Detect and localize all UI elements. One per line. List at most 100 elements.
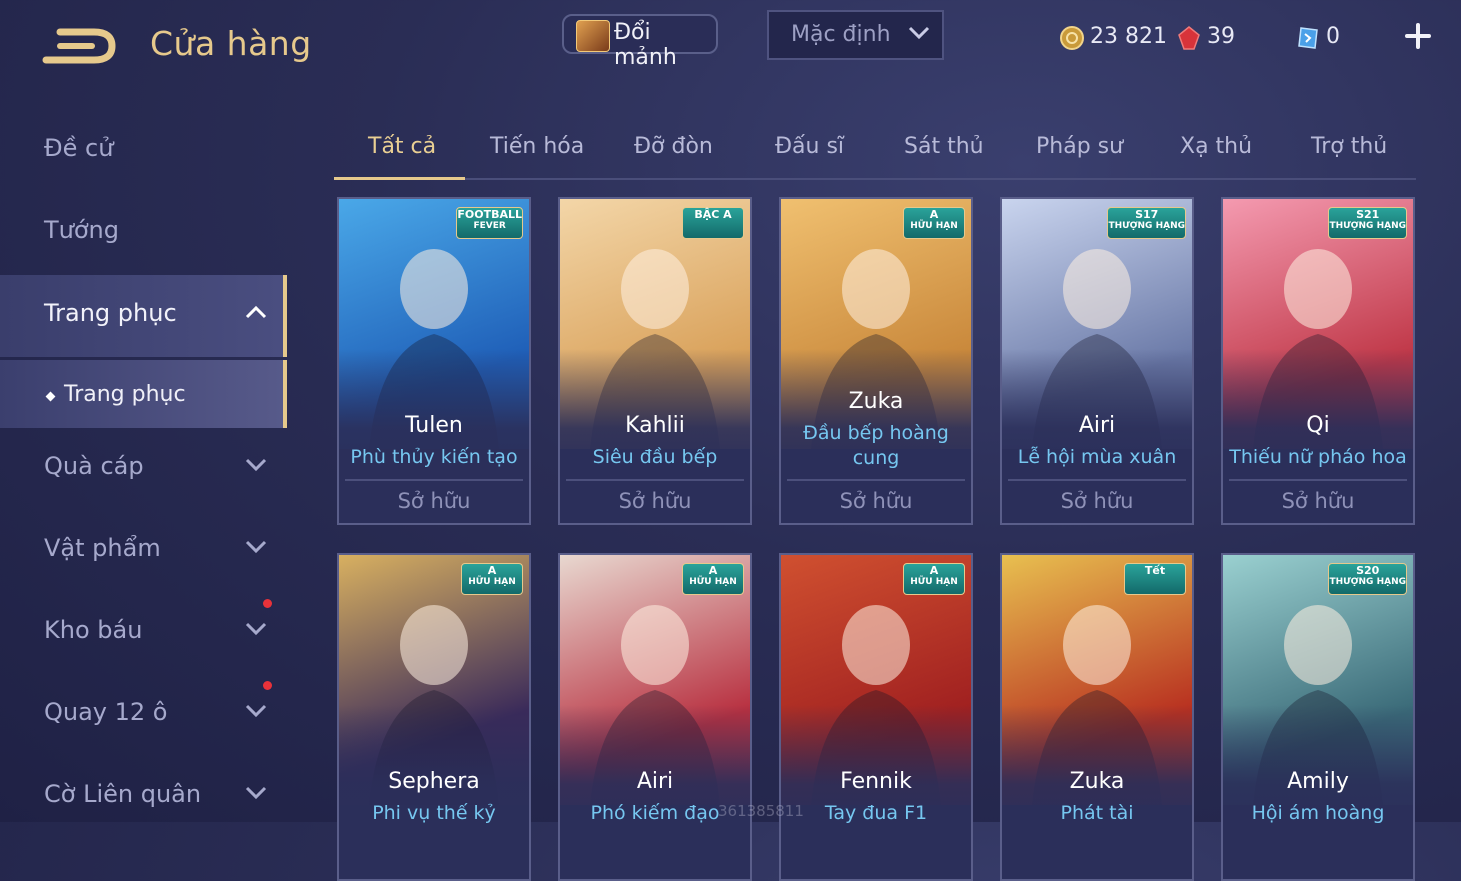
skin-tier-badge: Tết bbox=[1124, 563, 1186, 595]
badge-top-text: A bbox=[487, 564, 497, 577]
hero-name: Airi bbox=[636, 769, 674, 794]
skin-tier-badge: S21 THƯỢNG HẠNG bbox=[1328, 207, 1407, 239]
skin-card[interactable]: A HỮU HẠN Airi Phó kiếm đạo bbox=[558, 553, 752, 881]
sidebar-item-label: Trang phục bbox=[44, 299, 177, 327]
sort-dropdown[interactable]: Mặc định bbox=[767, 10, 944, 60]
chevron-down-icon bbox=[245, 540, 267, 554]
card-divider bbox=[787, 479, 965, 481]
chevron-down-icon bbox=[245, 786, 267, 800]
skin-card[interactable]: A HỮU HẠN Fennik Tay đua F1 bbox=[779, 553, 973, 881]
skin-card[interactable]: BẬC A Kahlii Siêu đầu bếp Sở hữu bbox=[558, 197, 752, 525]
skin-card[interactable]: Tết Zuka Phát tài bbox=[1000, 553, 1194, 881]
skin-tier-badge: A HỮU HẠN bbox=[903, 207, 965, 239]
sidebar-item-skins[interactable]: Trang phục bbox=[0, 275, 287, 357]
badge-top-text: S20 bbox=[1356, 564, 1380, 577]
sidebar: Đề cử Tướng Trang phục Trang phục Quà cá… bbox=[0, 110, 287, 822]
chevron-up-icon bbox=[245, 305, 267, 319]
tab-mage[interactable]: Pháp sư bbox=[1036, 134, 1123, 159]
skin-grid: FOOTBALL FEVER Tulen Phù thủy kiến tạo S… bbox=[337, 197, 1417, 881]
gold-coin-icon bbox=[1060, 26, 1084, 50]
skin-card[interactable]: S21 THƯỢNG HẠNG Qi Thiếu nữ pháo hoa Sở … bbox=[1221, 197, 1415, 525]
exchange-shards-label: Đổi mảnh bbox=[614, 20, 677, 70]
gold-value: 23 821 bbox=[1090, 24, 1167, 49]
hero-name: Zuka bbox=[848, 389, 904, 414]
top-bar: Cửa hàng Đổi mảnh Mặc định 23 821 39 0 bbox=[0, 0, 1461, 90]
tab-fighter[interactable]: Đấu sĩ bbox=[775, 134, 844, 159]
card-divider bbox=[345, 479, 523, 481]
sidebar-item-label: Quà cáp bbox=[44, 452, 144, 480]
hero-name: Fennik bbox=[840, 769, 912, 794]
skin-name: Thiếu nữ pháo hoa bbox=[1229, 446, 1407, 468]
badge-bottom-text: HỮU HẠN bbox=[468, 577, 516, 587]
tab-tank[interactable]: Đỡ đòn bbox=[634, 134, 713, 159]
sidebar-item-chess[interactable]: Cờ Liên quân bbox=[0, 756, 287, 822]
sidebar-item-spin[interactable]: Quay 12 ô bbox=[0, 674, 287, 756]
skin-card[interactable]: FOOTBALL FEVER Tulen Phù thủy kiến tạo S… bbox=[337, 197, 531, 525]
badge-top-text: A bbox=[708, 564, 718, 577]
skin-name: Siêu đầu bếp bbox=[592, 446, 718, 468]
sidebar-item-items[interactable]: Vật phẩm bbox=[0, 510, 287, 592]
skin-name: Phát tài bbox=[1060, 802, 1134, 824]
sidebar-subitem-skins[interactable]: Trang phục bbox=[0, 360, 287, 428]
gem-value: 39 bbox=[1207, 24, 1235, 49]
owned-status: Sở hữu bbox=[618, 489, 692, 513]
hero-name: Amily bbox=[1287, 769, 1349, 794]
badge-top-text: FOOTBALL bbox=[457, 208, 522, 221]
blue-voucher-icon bbox=[1298, 27, 1318, 49]
skin-name: Phù thủy kiến tạo bbox=[350, 446, 518, 468]
skin-name: Phi vụ thế kỷ bbox=[372, 802, 496, 824]
red-gem-icon bbox=[1178, 26, 1200, 50]
skin-card[interactable]: S17 THƯỢNG HẠNG Airi Lễ hội mùa xuân Sở … bbox=[1000, 197, 1194, 525]
voucher-value: 0 bbox=[1326, 24, 1340, 49]
card-divider bbox=[1229, 479, 1407, 481]
skin-name: Đầu bếp hoàng cung bbox=[803, 422, 949, 469]
owned-status: Sở hữu bbox=[1281, 489, 1355, 513]
badge-bottom-text: HỮU HẠN bbox=[910, 221, 958, 231]
sidebar-item-featured[interactable]: Đề cử bbox=[0, 110, 287, 192]
skin-card[interactable]: A HỮU HẠN Sephera Phi vụ thế kỷ bbox=[337, 553, 531, 881]
page-title: Cửa hàng bbox=[150, 24, 312, 63]
hero-name: Airi bbox=[1078, 413, 1116, 438]
chest-icon bbox=[576, 20, 610, 52]
notification-dot bbox=[263, 599, 272, 608]
chevron-down-icon bbox=[908, 26, 930, 40]
tab-assassin[interactable]: Sát thủ bbox=[904, 134, 984, 159]
badge-top-text: BẬC A bbox=[694, 208, 732, 221]
watermark-text: 361385811 bbox=[718, 802, 804, 820]
skin-name: Hội ám hoàng bbox=[1251, 802, 1385, 824]
tab-all[interactable]: Tất cả bbox=[368, 134, 436, 159]
badge-top-text: Tết bbox=[1144, 564, 1166, 577]
skin-name: Tay đua F1 bbox=[824, 802, 928, 824]
skin-tier-badge: A HỮU HẠN bbox=[461, 563, 523, 595]
tab-marksman[interactable]: Xạ thủ bbox=[1180, 134, 1252, 159]
hero-name: Sephera bbox=[388, 769, 480, 794]
sidebar-item-gifts[interactable]: Quà cáp bbox=[0, 428, 287, 510]
chevron-down-icon bbox=[245, 622, 267, 636]
badge-bottom-text: HỮU HẠN bbox=[910, 577, 958, 587]
sidebar-item-label: Tướng bbox=[44, 216, 119, 244]
badge-top-text: A bbox=[929, 208, 939, 221]
skin-card[interactable]: A HỮU HẠN Zuka Đầu bếp hoàng cung Sở hữu bbox=[779, 197, 973, 525]
badge-bottom-text: THƯỢNG HẠNG bbox=[1329, 577, 1406, 587]
sidebar-item-label: Quay 12 ô bbox=[44, 698, 168, 726]
badge-bottom-text: THƯỢNG HẠNG bbox=[1108, 221, 1185, 231]
back-icon[interactable] bbox=[42, 26, 118, 66]
add-currency-button[interactable] bbox=[1402, 20, 1434, 52]
tab-support[interactable]: Trợ thủ bbox=[1311, 134, 1387, 159]
owned-status: Sở hữu bbox=[839, 489, 913, 513]
skin-tier-badge: S17 THƯỢNG HẠNG bbox=[1107, 207, 1186, 239]
hero-name: Tulen bbox=[405, 413, 463, 438]
diamond-bullet-icon bbox=[45, 391, 56, 402]
notification-dot bbox=[263, 681, 272, 690]
tab-evolution[interactable]: Tiến hóa bbox=[490, 134, 584, 159]
badge-bottom-text: HỮU HẠN bbox=[689, 577, 737, 587]
hero-name: Kahlii bbox=[625, 413, 685, 438]
skin-tier-badge: BẬC A bbox=[682, 207, 744, 239]
skin-card[interactable]: S20 THƯỢNG HẠNG Amily Hội ám hoàng bbox=[1221, 553, 1415, 881]
sidebar-item-label: Đề cử bbox=[44, 134, 114, 162]
sidebar-item-treasure[interactable]: Kho báu bbox=[0, 592, 287, 674]
exchange-shards-button[interactable]: Đổi mảnh bbox=[562, 14, 718, 70]
sidebar-item-heroes[interactable]: Tướng bbox=[0, 192, 287, 274]
owned-status: Sở hữu bbox=[1060, 489, 1134, 513]
skin-name: Lễ hội mùa xuân bbox=[1017, 446, 1177, 468]
